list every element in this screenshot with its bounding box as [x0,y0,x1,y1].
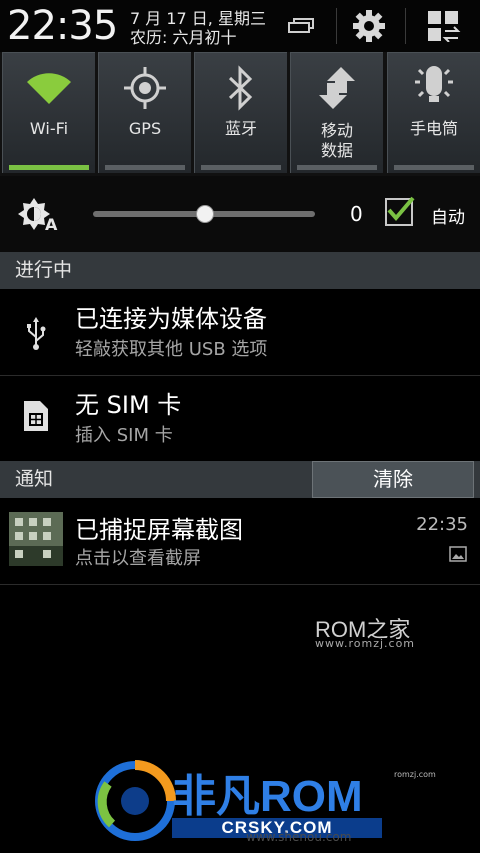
auto-brightness-checkbox[interactable] [385,196,415,226]
notification-title: 无 SIM 卡 [75,391,182,419]
tile-state-bar [9,165,89,170]
brightness-slider-thumb[interactable] [196,205,214,223]
wifi-icon [27,73,71,104]
sim-card-icon [24,401,48,431]
clear-notifications-button[interactable]: 清除 [312,461,474,498]
mobile-data-toggle[interactable]: 移动 数据 [290,52,383,173]
auto-brightness-label: 自动 [431,208,465,228]
notification-subtitle: 轻敲获取其他 USB 选项 [75,339,268,360]
section-title: 进行中 [15,259,73,281]
settings-button[interactable] [342,0,396,52]
recent-apps-icon [288,18,314,33]
notification-time: 22:35 [416,514,468,535]
gps-toggle[interactable]: GPS [98,52,191,173]
header-divider [336,8,337,44]
tile-state-bar [297,165,377,170]
gps-icon [124,67,166,109]
no-sim-notification[interactable]: 无 SIM 卡 插入 SIM 卡 [0,375,480,461]
header-divider [405,8,406,44]
tile-label-line2: 数据 [320,141,353,160]
screenshot-thumbnail [9,512,63,566]
usb-notification[interactable]: 已连接为媒体设备 轻敲获取其他 USB 选项 [0,289,480,376]
svg-text:A: A [45,215,58,232]
thumbnail-image [9,512,63,566]
flashlight-icon [415,66,453,102]
notification-title: 已连接为媒体设备 [75,305,267,333]
brightness-value: 0 [350,202,363,226]
auto-brightness-icon: A [18,198,58,232]
mobile-data-icon [319,67,355,109]
tile-label: Wi-Fi [29,119,69,138]
notification-subtitle: 插入 SIM 卡 [75,425,173,446]
grid-toggle-icon [428,11,461,42]
small-url-watermark: romzj.com [394,770,436,779]
image-icon [449,546,467,562]
quick-settings-panel: Wi-Fi GPS 蓝牙 移动 数据 手电筒 [0,52,480,176]
tile-label: 手电筒 [409,119,458,138]
wifi-toggle[interactable]: Wi-Fi [2,52,95,173]
tile-state-bar [201,165,281,170]
romzj-url-watermark: www.romzj.com [315,637,416,650]
tile-label: GPS [128,119,162,138]
tile-label: 移动 数据 [291,121,383,161]
tile-label-line1: 移动 [320,121,353,140]
bluetooth-toggle[interactable]: 蓝牙 [194,52,287,173]
usb-icon [27,317,46,350]
flashlight-toggle[interactable]: 手电筒 [387,52,480,173]
quick-panel-toggle-button[interactable] [416,0,472,52]
clock: 22:35 [7,3,118,49]
bluetooth-icon [228,65,253,111]
checkmark-icon [387,196,415,222]
recent-apps-button[interactable] [276,0,326,52]
notification-title: 已捕捉屏幕截图 [75,516,243,544]
screenshot-notification[interactable]: 已捕捉屏幕截图 点击以查看截屏 22:35 [0,498,480,585]
crsky-logo-icon [95,760,176,841]
crsky-name: 非凡ROM [172,772,363,821]
tile-label: 蓝牙 [224,119,257,138]
tile-state-bar [394,165,474,170]
ongoing-section-header: 进行中 [0,252,480,289]
bottom-url-watermark: www.shenou.com [246,830,352,844]
settings-gear-icon [353,10,385,42]
tile-state-bar [105,165,185,170]
status-header: 22:35 7 月 17 日, 星期三 农历: 六月初十 [0,0,480,52]
notification-subtitle: 点击以查看截屏 [75,548,201,569]
crsky-logo-text: 非凡ROM [172,760,363,824]
lunar-date-text: 农历: 六月初十 [130,28,237,47]
section-title: 通知 [15,468,54,490]
